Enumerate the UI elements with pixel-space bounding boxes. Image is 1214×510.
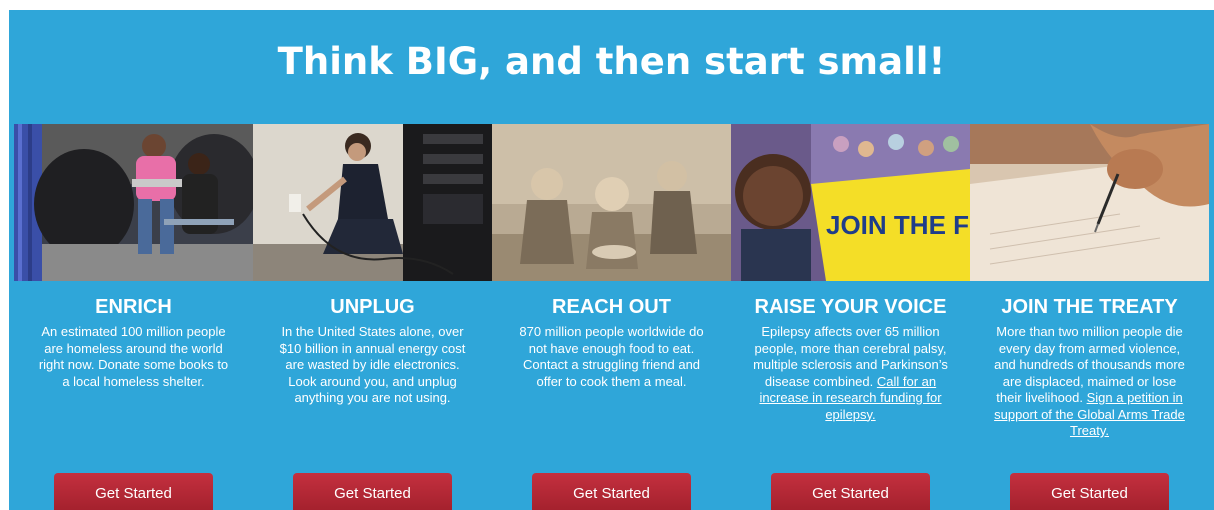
get-started-button-unplug[interactable]: Get Started (293, 473, 452, 510)
hungry-children-photo (492, 124, 731, 281)
join-the-fight-photo: JOIN THE FIGHT (731, 124, 970, 281)
action-cards: ENRICH An estimated 100 million people a… (14, 124, 1209, 510)
card-join-the-treaty: JOIN THE TREATY More than two million pe… (970, 124, 1209, 510)
card-description: Epilepsy affects over 65 million people,… (753, 324, 948, 422)
card-title: ENRICH (95, 296, 172, 318)
woman-unplugging-photo (253, 124, 492, 281)
card-enrich: ENRICH An estimated 100 million people a… (14, 124, 253, 510)
get-started-button-enrich[interactable]: Get Started (54, 473, 213, 510)
page-headline: Think BIG, and then start small! (277, 40, 946, 83)
card-reach-out: REACH OUT 870 million people worldwide d… (492, 124, 731, 510)
campaign-panel: Think BIG, and then start small! ENRICH … (9, 10, 1214, 510)
card-title: UNPLUG (330, 296, 415, 318)
card-description: An estimated 100 million people are home… (38, 324, 229, 389)
card-title: REACH OUT (552, 296, 671, 318)
get-started-button-reach-out[interactable]: Get Started (532, 473, 691, 510)
get-started-button-join-the-treaty[interactable]: Get Started (1010, 473, 1169, 510)
hand-writing-photo (970, 124, 1209, 281)
card-description: 870 million people worldwide do not have… (519, 324, 704, 389)
card-title: JOIN THE TREATY (1001, 296, 1178, 318)
card-raise-your-voice: JOIN THE FIGHT RAISE YOUR VOICE Epilepsy… (731, 124, 970, 510)
card-description: More than two million people die every d… (994, 324, 1185, 438)
card-title: RAISE YOUR VOICE (754, 296, 947, 318)
children-reading-photo (14, 124, 253, 281)
get-started-button-raise-your-voice[interactable]: Get Started (771, 473, 930, 510)
card-description: In the United States alone, over $10 bil… (279, 324, 466, 405)
card-unplug: UNPLUG In the United States alone, over … (253, 124, 492, 510)
join-the-fight-sign-text: JOIN THE FIGHT (826, 210, 970, 240)
